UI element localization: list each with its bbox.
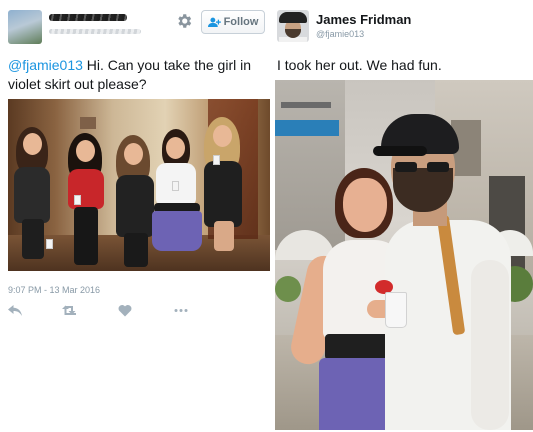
more-icon[interactable] bbox=[174, 304, 188, 317]
display-name[interactable]: James Fridman bbox=[316, 12, 411, 27]
avatar[interactable] bbox=[277, 10, 309, 42]
left-tweet: Follow @fjamie013 Hi. Can you take the g… bbox=[0, 0, 271, 432]
redacted-username bbox=[49, 14, 127, 21]
redacted-handle bbox=[49, 29, 141, 34]
right-tweet: James Fridman @fjamie013 I took her out.… bbox=[271, 0, 533, 432]
reply-icon[interactable] bbox=[8, 304, 22, 317]
tweet-timestamp[interactable]: 9:07 PM - 13 Mar 2016 bbox=[8, 285, 100, 295]
avatar[interactable] bbox=[8, 10, 42, 44]
user-handle[interactable]: @fjamie013 bbox=[316, 29, 364, 39]
tweet-text: I took her out. We had fun. bbox=[277, 57, 442, 73]
follow-button[interactable]: Follow bbox=[201, 10, 265, 34]
mention-link[interactable]: @fjamie013 bbox=[8, 57, 83, 73]
follow-label: Follow bbox=[223, 16, 259, 28]
tweet-photo[interactable] bbox=[275, 80, 533, 430]
tweet-text: @fjamie013 Hi. Can you take the girl in … bbox=[8, 56, 266, 94]
heart-icon[interactable] bbox=[118, 304, 132, 317]
tweet-actions bbox=[8, 304, 188, 318]
tweet-photo[interactable] bbox=[8, 99, 270, 271]
add-user-icon bbox=[207, 17, 221, 27]
gear-icon[interactable] bbox=[175, 12, 193, 30]
retweet-icon[interactable] bbox=[62, 304, 79, 317]
